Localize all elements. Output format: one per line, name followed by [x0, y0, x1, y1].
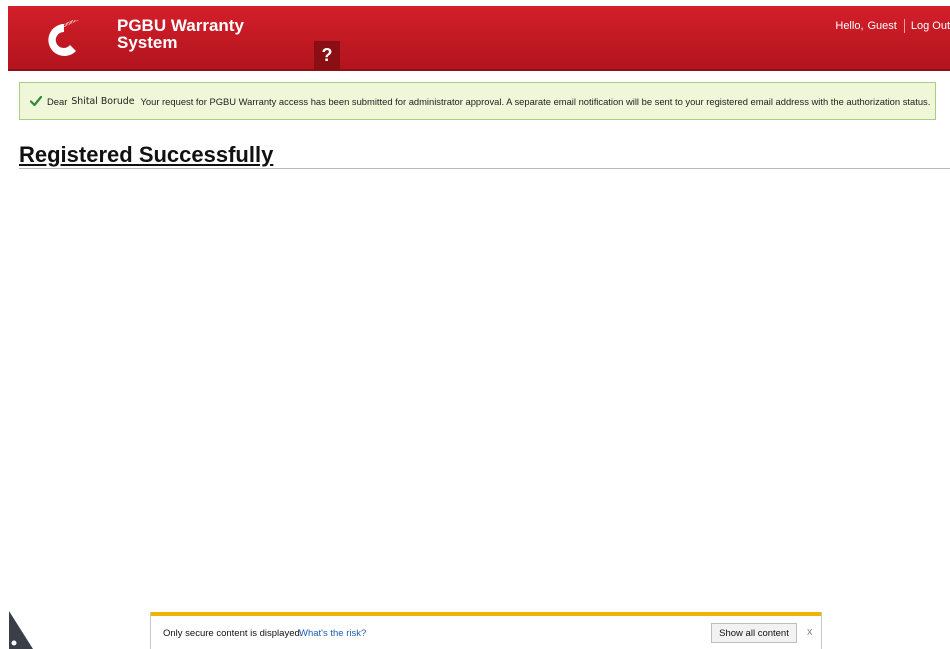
header-divider: [903, 19, 905, 33]
app-title-line1: PGBU Warranty: [117, 16, 244, 35]
infobar-message: Only secure content is displayed.: [163, 628, 303, 639]
title-divider: [19, 168, 950, 169]
infobar-accent-line: [151, 612, 821, 616]
help-button[interactable]: ?: [314, 41, 340, 70]
success-notice: Dear Shital Borude Your request for PGBU…: [19, 82, 936, 120]
username-text: Guest: [867, 20, 897, 32]
logout-link[interactable]: Log Out: [911, 20, 950, 32]
checkmark-icon: [30, 95, 42, 107]
corner-arrow-icon: [9, 611, 33, 649]
cummins-logo[interactable]: Cummins: [42, 20, 82, 60]
user-area: Hello, Guest Log Out: [835, 19, 950, 33]
app-title: PGBU Warranty System: [117, 17, 267, 51]
notice-prefix: Dear: [47, 95, 68, 107]
app-title-line2: System: [117, 33, 178, 52]
security-infobar: Only secure content is displayed. What's…: [150, 612, 822, 649]
notice-message: Your request for PGBU Warranty access ha…: [140, 95, 931, 107]
whats-the-risk-link[interactable]: What's the risk?: [299, 628, 366, 639]
logo-wordmark: Cummins: [58, 20, 82, 31]
show-all-content-button[interactable]: Show all content: [711, 623, 797, 643]
greeting-text: Hello,: [835, 20, 864, 32]
page-title: Registered Successfully: [19, 142, 274, 167]
app-header: Cummins PGBU Warranty System ? Hello, Gu…: [8, 6, 950, 71]
infobar-close-icon[interactable]: x: [807, 626, 813, 638]
notice-user-name: Shital Borude: [71, 95, 135, 107]
